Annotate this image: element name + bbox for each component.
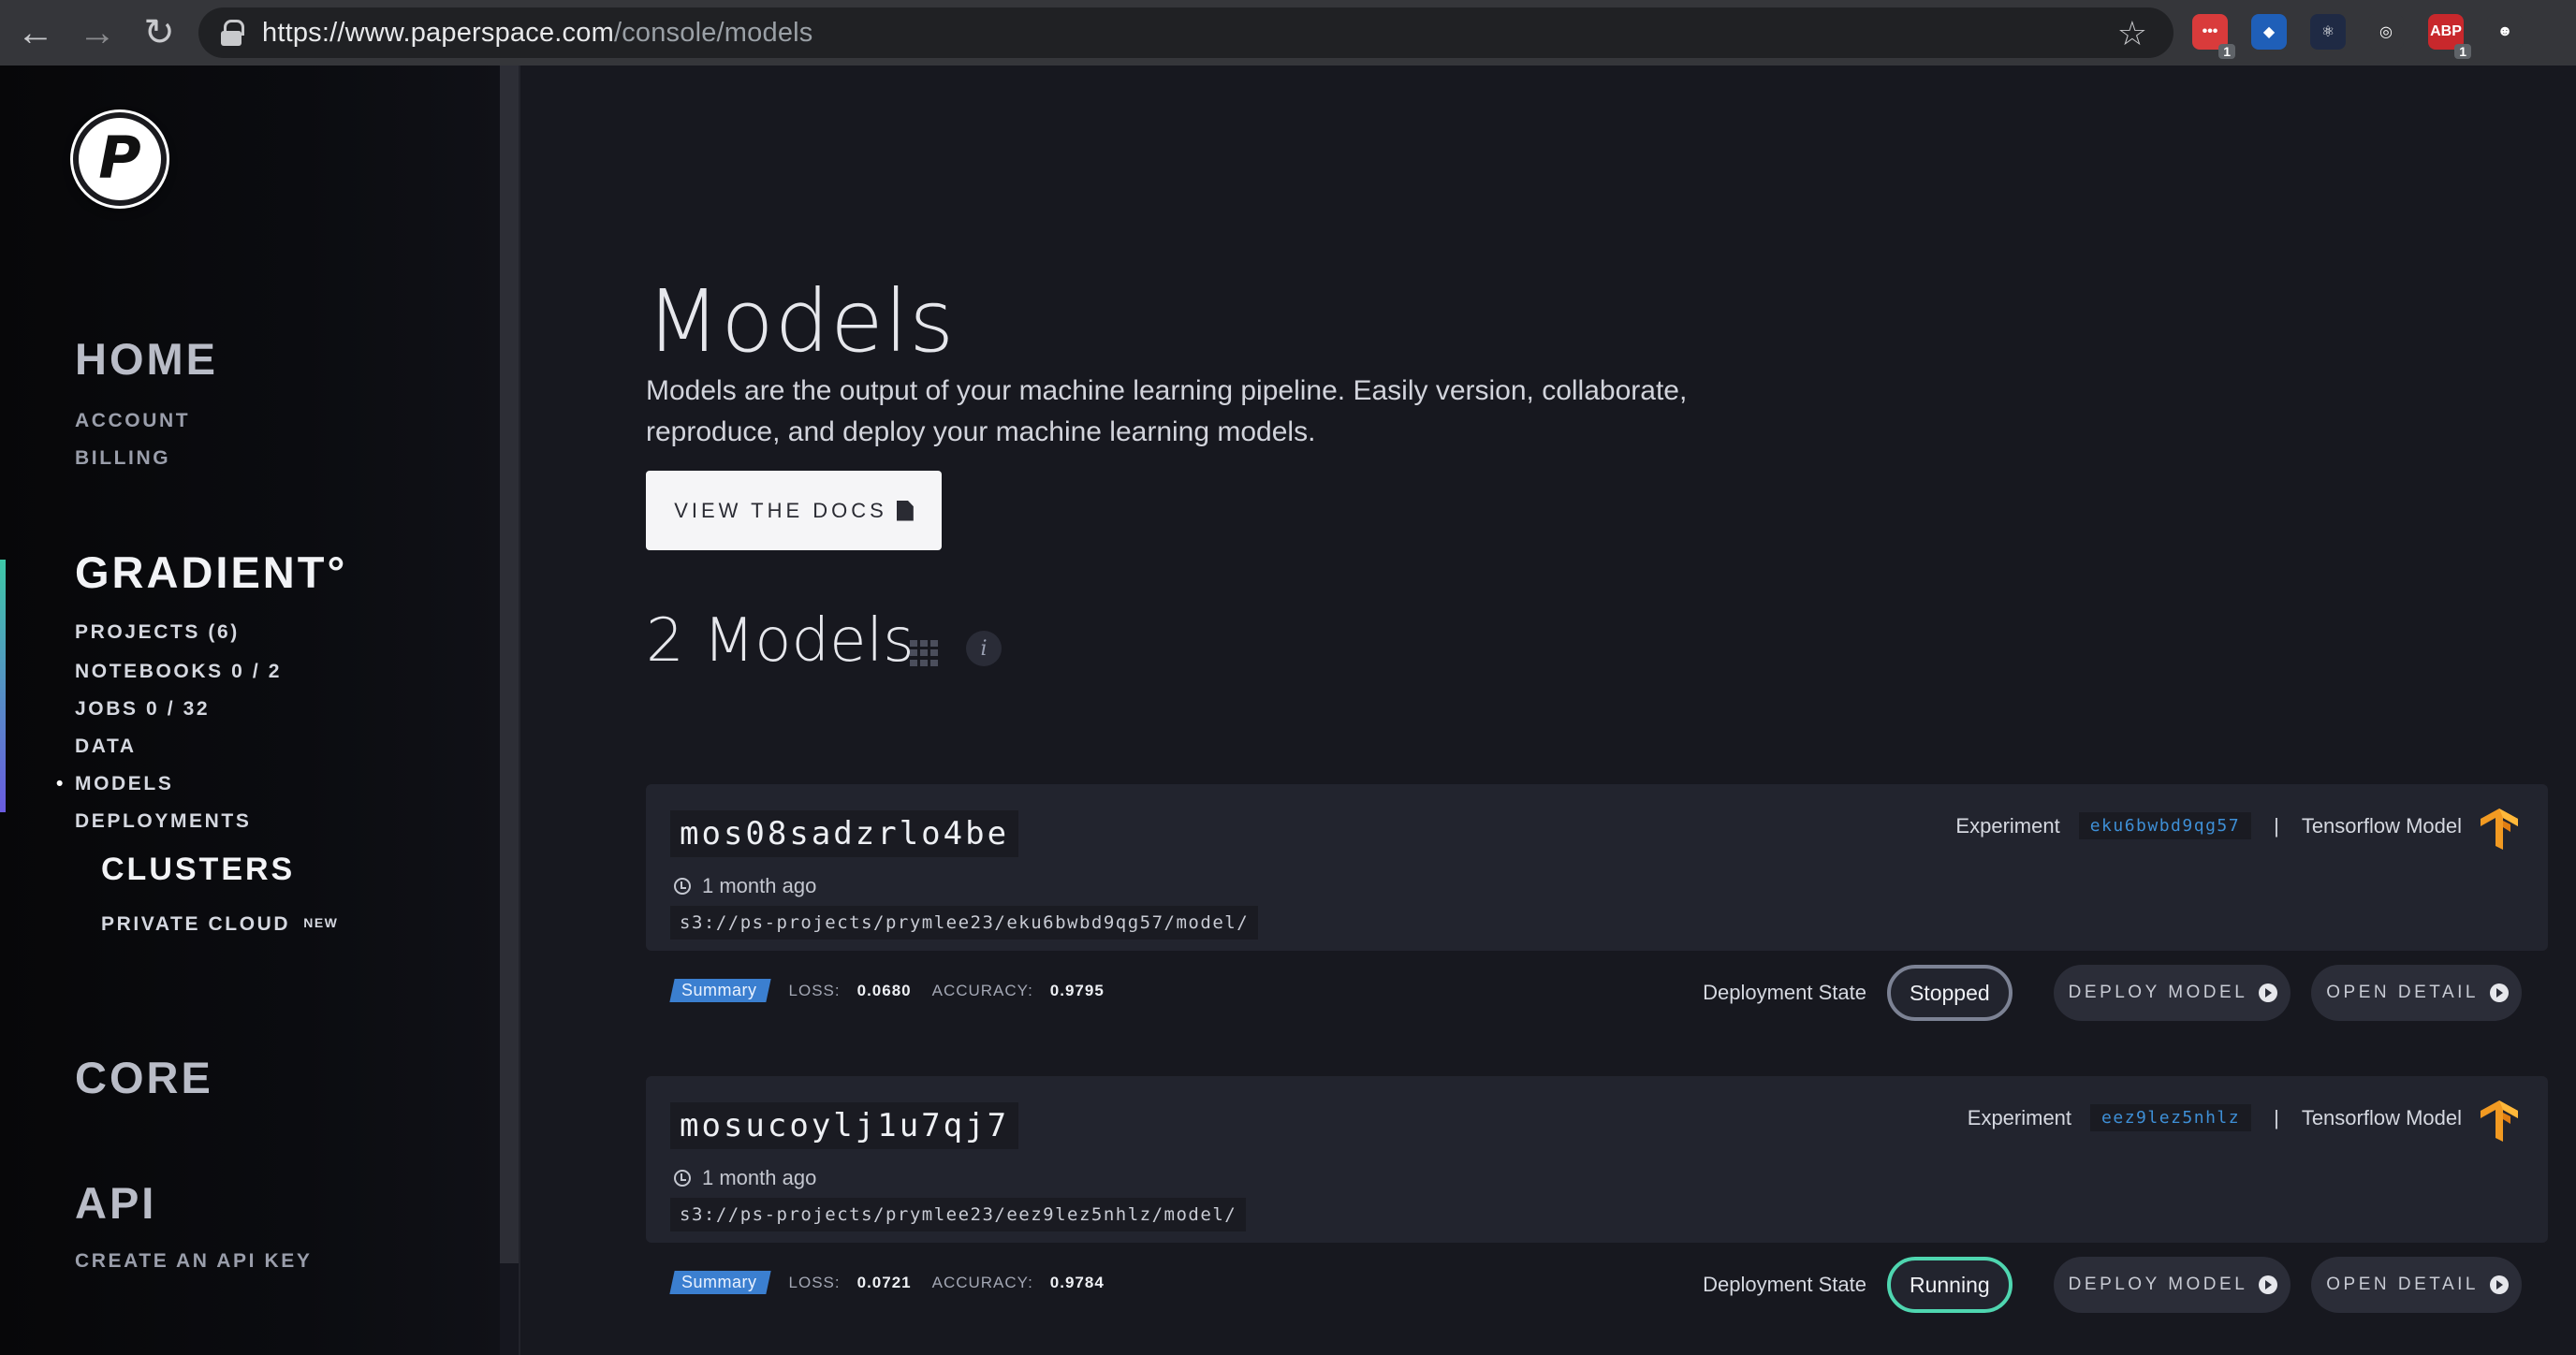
accuracy-label: ACCURACY: bbox=[931, 1273, 1033, 1291]
react-devtools-icon[interactable]: ⚛ bbox=[2310, 14, 2346, 50]
adblock-icon[interactable]: ABP 1 bbox=[2428, 14, 2471, 59]
model-name[interactable]: mosucoylj1u7qj7 bbox=[670, 1102, 1019, 1149]
arrow-circle-icon bbox=[2259, 1275, 2278, 1294]
summary-tag: Summary bbox=[669, 1271, 771, 1294]
model-type: Tensorflow Model bbox=[2301, 1105, 2462, 1129]
document-icon bbox=[896, 500, 914, 521]
extension-badge: 1 bbox=[2454, 44, 2471, 59]
gradient-accent-bar bbox=[0, 560, 6, 812]
deploy-model-button[interactable]: DEPLOY MODEL bbox=[2053, 965, 2291, 1021]
model-time-label: 1 month ago bbox=[702, 874, 817, 897]
view-docs-button[interactable]: VIEW THE DOCS bbox=[646, 471, 942, 550]
models-count-title: 2 Models bbox=[646, 606, 915, 676]
experiment-label: Experiment bbox=[1955, 813, 2060, 838]
nav-private-cloud[interactable]: PRIVATE CLOUD NEW bbox=[101, 913, 338, 936]
accuracy-label: ACCURACY: bbox=[931, 981, 1033, 999]
browser-toolbar: ← → ↻ https://www.paperspace.com/console… bbox=[0, 0, 2576, 66]
model-card: mosucoylj1u7qj7 1 month ago s3://ps-proj… bbox=[646, 1076, 2548, 1313]
nav-home[interactable]: HOME bbox=[75, 333, 218, 385]
model-s3-path: s3://ps-projects/prymlee23/eez9lez5nhlz/… bbox=[670, 1198, 1247, 1231]
separator: | bbox=[2274, 1105, 2279, 1129]
info-icon[interactable]: i bbox=[966, 631, 1002, 666]
paperspace-logo[interactable]: P bbox=[73, 112, 167, 206]
page-description: Models are the output of your machine le… bbox=[646, 375, 1688, 447]
new-badge: NEW bbox=[303, 915, 339, 930]
deployment-state-label: Deployment State bbox=[1703, 981, 1866, 1004]
arrow-circle-icon bbox=[2490, 983, 2509, 1002]
nav-notebooks[interactable]: NOTEBOOKS 0 / 2 bbox=[75, 661, 282, 683]
sidebar-scrollbar[interactable] bbox=[500, 66, 520, 1263]
nav-projects[interactable]: PROJECTS (6) bbox=[75, 621, 240, 644]
open-detail-button[interactable]: OPEN DETAIL bbox=[2311, 1257, 2522, 1313]
clock-icon bbox=[674, 1170, 691, 1187]
address-url: https://www.paperspace.com/console/model… bbox=[262, 17, 813, 48]
ghost-extension-icon[interactable]: ☻ bbox=[2487, 14, 2523, 50]
experiment-id-link[interactable]: eku6bwbd9qg57 bbox=[2078, 812, 2252, 839]
active-dot-icon: • bbox=[56, 773, 66, 794]
experiment-label: Experiment bbox=[1967, 1105, 2072, 1129]
deploy-model-button[interactable]: DEPLOY MODEL bbox=[2053, 1257, 2291, 1313]
reload-icon[interactable]: ↻ bbox=[133, 7, 185, 59]
experiment-id-link[interactable]: eez9lez5nhlz bbox=[2090, 1104, 2252, 1131]
nav-jobs[interactable]: JOBS 0 / 32 bbox=[75, 698, 210, 721]
back-arrow-icon[interactable]: ← bbox=[9, 7, 62, 59]
model-timestamp: 1 month ago bbox=[674, 874, 816, 898]
grid-view-icon[interactable] bbox=[910, 640, 940, 666]
address-bar[interactable]: https://www.paperspace.com/console/model… bbox=[198, 7, 2174, 58]
model-metrics: Summary LOSS: 0.0721 ACCURACY: 0.9784 bbox=[669, 1271, 1125, 1294]
card-actions: Deployment State Stopped DEPLOY MODEL OP… bbox=[1703, 965, 2522, 1021]
nav-create-api-key[interactable]: CREATE AN API KEY bbox=[75, 1250, 312, 1273]
deployment-state-badge: Stopped bbox=[1886, 965, 2012, 1021]
clock-icon bbox=[674, 878, 691, 895]
summary-tag: Summary bbox=[669, 979, 771, 1002]
tensorflow-icon bbox=[2481, 809, 2518, 850]
deployment-state-badge: Running bbox=[1886, 1257, 2012, 1313]
todoist-extension-icon[interactable]: ••• 1 bbox=[2192, 14, 2235, 59]
model-type: Tensorflow Model bbox=[2301, 813, 2462, 838]
nav-clusters[interactable]: CLUSTERS bbox=[101, 852, 295, 888]
separator: | bbox=[2274, 813, 2279, 838]
loss-label: LOSS: bbox=[788, 1273, 841, 1291]
nav-data[interactable]: DATA bbox=[75, 736, 137, 758]
nav-deployments[interactable]: DEPLOYMENTS bbox=[75, 810, 251, 833]
model-name[interactable]: mos08sadzrlo4be bbox=[670, 810, 1019, 857]
nav-account[interactable]: ACCOUNT bbox=[75, 410, 190, 432]
nav-core[interactable]: CORE bbox=[75, 1052, 213, 1103]
model-card: mos08sadzrlo4be 1 month ago s3://ps-proj… bbox=[646, 784, 2548, 1021]
nav-gradient[interactable]: GRADIENT° bbox=[75, 546, 347, 598]
loss-value: 0.0680 bbox=[856, 981, 912, 999]
arrow-circle-icon bbox=[2259, 983, 2278, 1002]
arrow-circle-icon bbox=[2490, 1275, 2509, 1294]
card-actions: Deployment State Running DEPLOY MODEL OP… bbox=[1703, 1257, 2522, 1313]
experiment-info: Experiment eku6bwbd9qg57 | Tensorflow Mo… bbox=[1955, 812, 2462, 839]
model-s3-path: s3://ps-projects/prymlee23/eku6bwbd9qg57… bbox=[670, 906, 1259, 940]
target-extension-icon[interactable]: ◎ bbox=[2368, 14, 2404, 50]
sketch-extension-icon[interactable]: ◆ bbox=[2251, 14, 2287, 50]
accuracy-value: 0.9784 bbox=[1049, 1273, 1105, 1291]
extension-badge: 1 bbox=[2218, 44, 2235, 59]
nav-api[interactable]: API bbox=[75, 1177, 156, 1229]
loss-label: LOSS: bbox=[788, 981, 841, 999]
bookmark-star-icon[interactable]: ☆ bbox=[2117, 14, 2147, 53]
accuracy-value: 0.9795 bbox=[1049, 981, 1105, 999]
nav-models[interactable]: • MODELS bbox=[56, 773, 174, 795]
nav-models-label: MODELS bbox=[75, 773, 174, 794]
lock-icon bbox=[221, 20, 244, 46]
model-metrics: Summary LOSS: 0.0680 ACCURACY: 0.9795 bbox=[669, 979, 1125, 1002]
open-detail-button[interactable]: OPEN DETAIL bbox=[2311, 965, 2522, 1021]
tensorflow-icon bbox=[2481, 1100, 2518, 1142]
experiment-info: Experiment eez9lez5nhlz | Tensorflow Mod… bbox=[1968, 1104, 2462, 1131]
model-time-label: 1 month ago bbox=[702, 1166, 817, 1189]
page-title: Models bbox=[646, 271, 956, 372]
deployment-state-label: Deployment State bbox=[1703, 1273, 1866, 1296]
forward-arrow-icon[interactable]: → bbox=[71, 7, 124, 59]
view-docs-label: VIEW THE DOCS bbox=[674, 498, 887, 522]
loss-value: 0.0721 bbox=[856, 1273, 912, 1291]
nav-billing[interactable]: BILLING bbox=[75, 447, 170, 470]
nav-private-cloud-label: PRIVATE CLOUD bbox=[101, 913, 291, 935]
model-timestamp: 1 month ago bbox=[674, 1166, 816, 1190]
